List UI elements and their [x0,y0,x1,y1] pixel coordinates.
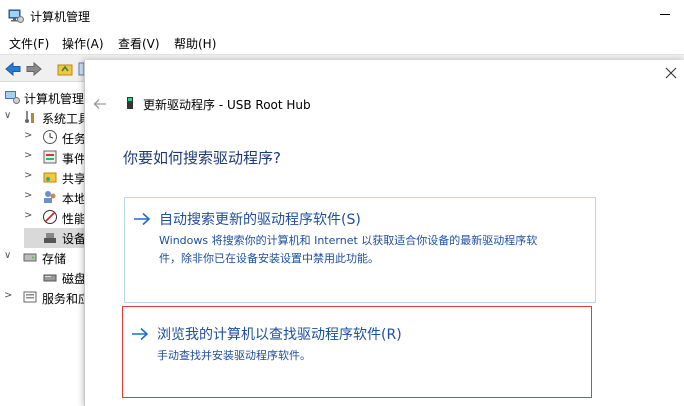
expand-icon[interactable]: > [24,210,36,224]
dialog-heading: 你要如何搜索驱动程序? [123,149,281,167]
close-icon[interactable] [664,66,678,80]
collapse-icon[interactable]: ∨ [4,110,16,124]
menu-action[interactable]: 操作(A) [62,35,104,52]
tree-label: 系统工具 [42,112,91,126]
back-arrow-icon[interactable] [93,98,107,110]
storage-icon [23,253,37,262]
tree-label: 本地 [62,192,87,206]
menu-help[interactable]: 帮助(H) [174,35,216,52]
menu-view[interactable]: 查看(V) [118,35,160,52]
menu-file[interactable]: 文件(F) [9,35,49,52]
usb-device-icon [127,97,133,109]
computer-management-icon [8,9,24,23]
tree-label: 服务和应 [42,292,91,306]
browse-computer-option[interactable]: 浏览我的计算机以查找驱动程序软件(R) 手动查找并安装驱动程序软件。 [122,306,592,398]
expand-icon[interactable]: > [24,170,36,184]
console-tree: 计算机管理 ∨ 系统工具 > 任务 > 事件 > 共享 > 本地 > 性能 设备… [0,82,90,406]
services-icon [23,291,37,303]
disk-icon [43,274,57,282]
browse-computer-description: 手动查找并安装驱动程序软件。 [157,349,311,362]
auto-search-title: 自动搜索更新的驱动程序软件(S) [159,212,361,228]
auto-search-desc-line1: Windows 将搜索你的计算机和 Internet 以获取适合你设备的最新驱动… [159,234,538,247]
title-bar: 计算机管理 [0,0,684,32]
collapse-icon[interactable]: ∨ [4,250,16,264]
expand-icon[interactable]: > [4,290,16,304]
expand-icon[interactable]: > [24,130,36,144]
auto-search-option[interactable]: 自动搜索更新的驱动程序软件(S) Windows 将搜索你的计算机和 Inter… [124,197,596,303]
update-driver-dialog: 更新驱动程序 - USB Root Hub 你要如何搜索驱动程序? 自动搜索更新… [84,60,684,406]
back-icon[interactable] [4,60,22,78]
tree-label: 事件 [62,152,87,166]
tree-label: 存储 [42,252,67,266]
shared-folders-icon [43,172,57,183]
auto-search-description: Windows 将搜索你的计算机和 Internet 以获取适合你设备的最新驱动… [159,232,579,268]
performance-icon [43,210,57,224]
arrow-right-icon [132,327,149,341]
device-manager-icon [44,233,56,243]
users-icon [44,191,56,203]
tree-label: 性能 [62,212,87,226]
tree-label: 磁盘 [62,272,87,286]
arrow-right-icon [134,212,151,226]
expand-icon[interactable]: > [24,190,36,204]
computer-management-icon [5,91,20,104]
expand-icon[interactable]: > [24,150,36,164]
event-viewer-icon [43,150,57,164]
tree-label: 计算机管理 [24,92,85,106]
clock-icon [43,130,57,144]
menu-bar: 文件(F) 操作(A) 查看(V) 帮助(H) [0,32,684,54]
dialog-title: 更新驱动程序 - USB Root Hub [143,98,311,112]
minimize-button[interactable] [658,6,672,20]
computer-management-window: 计算机管理 文件(F) 操作(A) 查看(V) 帮助(H) 计算机管理 ∨ 系统… [0,0,684,406]
auto-search-desc-line2: 件，除非你已在设备安装设置中禁用此功能。 [159,252,379,265]
forward-icon[interactable] [25,60,43,78]
tree-label: 任务 [62,132,87,146]
up-folder-icon[interactable] [56,60,74,78]
window-title: 计算机管理 [30,10,91,24]
tree-item-device-manager[interactable]: 设备 [24,228,90,248]
tree-label: 设备 [62,232,87,246]
tree-label: 共享 [62,172,87,186]
browse-computer-title: 浏览我的计算机以查找驱动程序软件(R) [157,327,402,343]
tools-icon [25,111,34,123]
